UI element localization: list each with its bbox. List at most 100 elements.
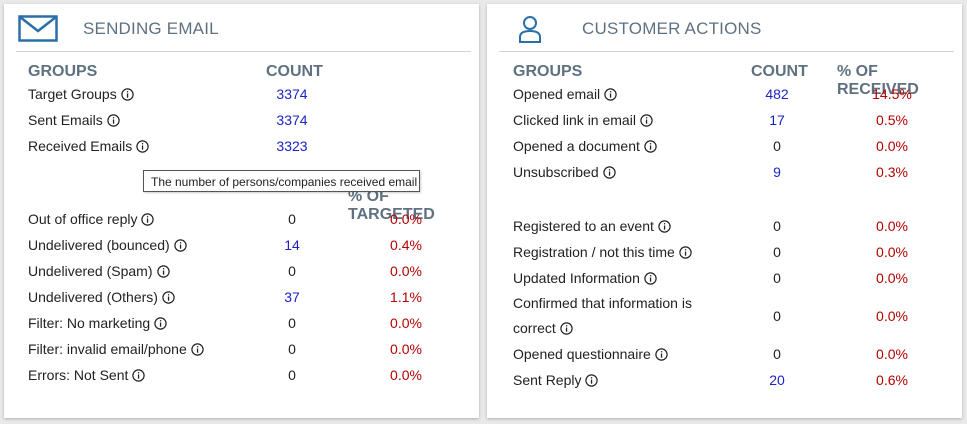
row-label: Registration / not this time xyxy=(513,244,675,260)
row-label: correct xyxy=(513,320,556,336)
info-icon[interactable] xyxy=(585,374,599,387)
table-row: Undelivered (Spam) 0 0.0% xyxy=(4,263,479,287)
pct-value: 0.0% xyxy=(876,244,908,260)
row-label: Out of office reply xyxy=(28,211,138,227)
customer-actions-panel: CUSTOMER ACTIONS GROUPS COUNT % OF RECEI… xyxy=(487,4,962,418)
col-groups: GROUPS xyxy=(513,63,583,80)
count-value: 0 xyxy=(773,138,781,154)
customer-actions-header: CUSTOMER ACTIONS xyxy=(487,4,962,52)
count-value: 0 xyxy=(773,270,781,286)
info-icon[interactable] xyxy=(658,220,671,233)
row-label: Unsubscribed xyxy=(513,164,599,180)
table-row: Errors: Not Sent 0 0.0% xyxy=(4,367,479,391)
row-label: Updated Information xyxy=(513,270,640,286)
info-icon[interactable] xyxy=(604,88,617,101)
info-icon[interactable] xyxy=(107,114,120,127)
info-icon[interactable] xyxy=(644,140,657,153)
pct-value: 0.0% xyxy=(390,211,422,227)
user-icon xyxy=(518,15,542,48)
table-row: Registration / not this time 0 0.0% xyxy=(487,244,962,268)
info-icon[interactable] xyxy=(162,291,175,304)
count-value: 0 xyxy=(773,244,781,260)
count-link[interactable]: 3374 xyxy=(262,86,322,102)
count-value: 0 xyxy=(773,218,781,234)
info-icon[interactable] xyxy=(156,265,170,278)
info-icon[interactable] xyxy=(136,140,149,153)
info-icon[interactable] xyxy=(154,317,167,330)
row-label: Clicked link in email xyxy=(513,112,636,128)
pct-value: 0.0% xyxy=(390,341,422,357)
row-label: Opened email xyxy=(513,86,601,102)
count-value: 0 xyxy=(288,211,296,227)
pct-value: 0.0% xyxy=(876,308,908,324)
table-row: Sent Emails 3374 xyxy=(4,112,479,136)
info-icon[interactable] xyxy=(602,166,616,179)
table-row: Out of office reply 0 0.0% xyxy=(4,211,479,235)
info-icon[interactable] xyxy=(640,114,653,127)
count-value: 0 xyxy=(773,346,781,362)
info-icon[interactable] xyxy=(121,88,134,101)
table-row: Undelivered (bounced) 14 0.4% xyxy=(4,237,479,261)
col-count: COUNT xyxy=(266,63,323,80)
count-value: 0 xyxy=(288,341,296,357)
count-link[interactable]: 17 xyxy=(747,112,807,128)
pct-value: 0.0% xyxy=(876,138,908,154)
pct-value: 0.0% xyxy=(876,218,908,234)
count-link[interactable]: 14 xyxy=(262,237,322,253)
table-row: Confirmed that information is correct 0 … xyxy=(487,295,962,345)
row-label: Confirmed that information is xyxy=(513,295,692,311)
pct-value: 0.3% xyxy=(876,164,908,180)
header-divider xyxy=(16,51,471,52)
table-row: Target Groups 3374 xyxy=(4,86,479,110)
count-value: 0 xyxy=(288,263,296,279)
pct-value: 0.0% xyxy=(390,263,422,279)
count-link[interactable]: 20 xyxy=(747,372,807,388)
info-icon[interactable] xyxy=(132,369,146,382)
row-label: Filter: invalid email/phone xyxy=(28,341,187,357)
pct-value: 0.0% xyxy=(876,346,908,362)
header-divider xyxy=(499,51,954,52)
count-value: 0 xyxy=(288,367,296,383)
row-label: Sent Emails xyxy=(28,112,103,128)
pct-value: 0.6% xyxy=(876,372,908,388)
row-label: Sent Reply xyxy=(513,372,582,388)
pct-value: 0.0% xyxy=(390,315,422,331)
table-row: Sent Reply 20 0.6% xyxy=(487,372,962,396)
table-row: Filter: invalid email/phone 0 0.0% xyxy=(4,341,479,365)
table-row: Undelivered (Others) 37 1.1% xyxy=(4,289,479,313)
table-row: Unsubscribed 9 0.3% xyxy=(487,164,962,188)
envelope-icon xyxy=(18,15,58,47)
info-icon[interactable] xyxy=(191,343,204,356)
row-label: Opened a document xyxy=(513,138,640,154)
table-row: Filter: No marketing 0 0.0% xyxy=(4,315,479,339)
info-icon[interactable] xyxy=(141,213,155,226)
info-icon[interactable] xyxy=(173,239,187,252)
row-label: Received Emails xyxy=(28,138,133,154)
pct-value: 14.5% xyxy=(872,86,912,102)
row-label: Registered to an event xyxy=(513,218,654,234)
info-icon[interactable] xyxy=(655,348,668,361)
row-label: Undelivered (bounced) xyxy=(28,237,170,253)
info-tooltip: The number of persons/companies received… xyxy=(143,170,420,192)
count-link[interactable]: 482 xyxy=(747,86,807,102)
table-row: Received Emails 3323 xyxy=(4,138,479,162)
row-label: Target Groups xyxy=(28,86,117,102)
row-label: Undelivered (Spam) xyxy=(28,263,153,279)
pct-value: 1.1% xyxy=(390,289,422,305)
table-row: Updated Information 0 0.0% xyxy=(487,270,962,294)
table-row: Opened a document 0 0.0% xyxy=(487,138,962,162)
row-label: Filter: No marketing xyxy=(28,315,151,331)
sending-email-panel: SENDING EMAIL GROUPS COUNT Target Groups… xyxy=(4,4,479,418)
col-count: COUNT xyxy=(751,63,808,80)
sending-email-header: SENDING EMAIL xyxy=(4,4,479,52)
info-icon[interactable] xyxy=(644,272,657,285)
info-icon[interactable] xyxy=(560,322,573,335)
sending-email-title: SENDING EMAIL xyxy=(83,19,219,38)
count-link[interactable]: 3323 xyxy=(262,138,322,154)
col-groups: GROUPS xyxy=(28,63,98,80)
count-link[interactable]: 9 xyxy=(747,164,807,180)
info-icon[interactable] xyxy=(679,246,692,259)
table-row: Registered to an event 0 0.0% xyxy=(487,218,962,242)
count-link[interactable]: 3374 xyxy=(262,112,322,128)
count-link[interactable]: 37 xyxy=(262,289,322,305)
